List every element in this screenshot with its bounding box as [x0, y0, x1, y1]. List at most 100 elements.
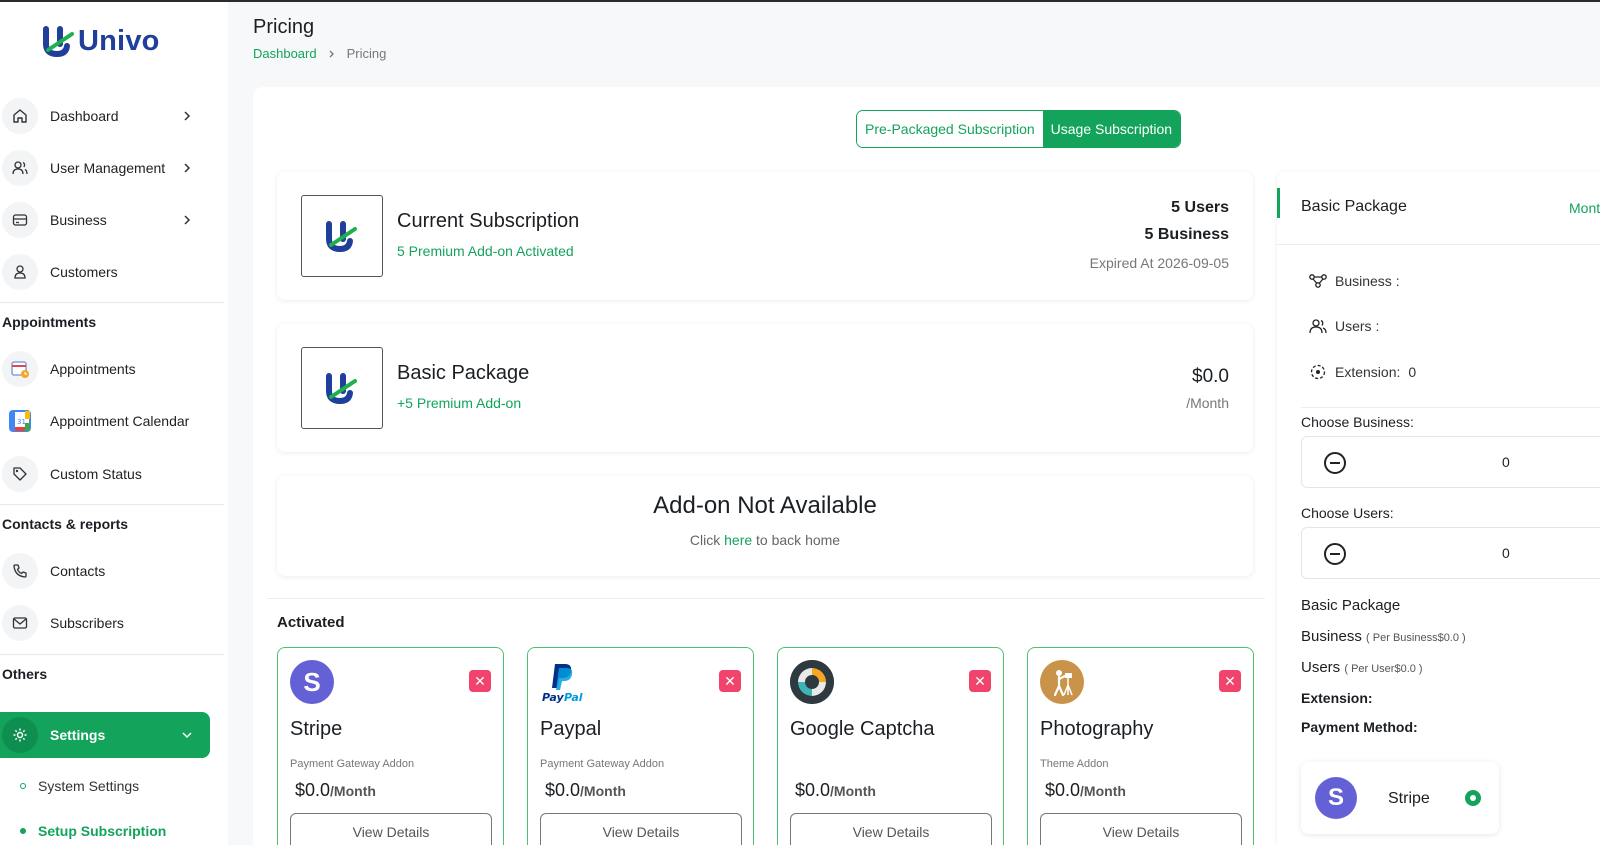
sidebar-item-subscribers[interactable]: Subscribers	[0, 601, 210, 645]
business-line-note: ( Per Business$0.0 )	[1366, 632, 1466, 644]
price-value: $0.0	[1045, 780, 1081, 800]
addon-card-google-captcha: ✕ Google Captcha $0.0/Month View Details	[777, 647, 1004, 845]
users-stepper-value[interactable]: 0	[1502, 545, 1510, 561]
business-count: 5 Business	[1144, 226, 1229, 243]
period-tab[interactable]: Mont	[1569, 200, 1600, 216]
users-label: Users :	[1335, 318, 1380, 334]
sidebar-item-settings[interactable]: Settings	[0, 712, 210, 758]
view-details-button[interactable]: View Details	[1040, 813, 1242, 845]
summary-package-name: Basic Package	[1301, 597, 1401, 614]
addon-type: Theme Addon	[1040, 758, 1109, 770]
addon-name: Stripe	[290, 718, 343, 740]
section-divider	[267, 598, 1265, 599]
univo-logo-icon	[43, 26, 74, 58]
mail-icon	[2, 605, 38, 641]
home-icon	[2, 98, 38, 134]
price-value: $0.0	[795, 780, 831, 800]
choose-business-label: Choose Business:	[1301, 414, 1414, 430]
sidebar-item-dashboard[interactable]: Dashboard	[0, 94, 210, 138]
users-count: 5 Users	[1171, 199, 1229, 216]
expiry-date: Expired At 2026-09-05	[1089, 255, 1229, 271]
addon-price: $0.0/Month	[795, 780, 876, 801]
page-title: Pricing	[253, 16, 315, 38]
package-price: $0.0	[1192, 366, 1229, 387]
sidebar-item-appointments[interactable]: Appointments	[0, 347, 210, 391]
addon-name: Photography	[1040, 718, 1154, 740]
extension-row: Extension: 0	[1309, 363, 1416, 381]
sidebar-divider	[0, 654, 224, 655]
subnav-setup-subscription[interactable]: Setup Subscription	[20, 823, 166, 839]
users-icon	[2, 150, 38, 186]
user-icon	[2, 254, 38, 290]
subnav-label: System Settings	[38, 778, 140, 794]
sidebar-item-customers[interactable]: Customers	[0, 250, 210, 294]
sidebar-item-custom-status[interactable]: Custom Status	[0, 452, 210, 496]
breadcrumb-dashboard-link[interactable]: Dashboard	[253, 46, 317, 61]
payment-method-stripe[interactable]: S Stripe	[1301, 762, 1499, 834]
addon-price: $0.0/Month	[1045, 780, 1126, 801]
header-accent	[1277, 188, 1280, 218]
gear-icon	[2, 717, 38, 753]
google-calendar-icon: 31	[2, 403, 38, 439]
top-border	[0, 0, 1600, 2]
summary-divider	[1301, 407, 1600, 408]
chevron-down-icon	[182, 732, 192, 739]
addon-name: Google Captcha	[790, 718, 935, 740]
activated-heading: Activated	[277, 614, 345, 631]
section-title-appointments: Appointments	[2, 314, 97, 330]
sidebar-item-user-management[interactable]: User Management	[0, 146, 210, 190]
minus-circle-icon[interactable]	[1324, 543, 1346, 565]
users-line-label: Users	[1301, 659, 1341, 676]
sidebar-item-business[interactable]: Business	[0, 198, 210, 242]
extension-value: 0	[1408, 364, 1417, 380]
extension-label: Extension:	[1335, 364, 1401, 380]
summary-header: Basic Package Mont	[1277, 172, 1600, 245]
network-icon	[1309, 274, 1327, 288]
price-value: $0.0	[545, 780, 581, 800]
app-logo[interactable]: Univo	[42, 24, 160, 58]
radio-selected-icon[interactable]	[1465, 790, 1481, 806]
business-line-label: Business	[1301, 628, 1362, 645]
sidebar-item-appointment-calendar[interactable]: 31 Appointment Calendar	[0, 399, 210, 443]
price-period: /Month	[580, 783, 626, 799]
toggle-usage[interactable]: Usage Subscription	[1042, 111, 1181, 147]
section-title-contacts-reports: Contacts & reports	[2, 516, 129, 532]
price-value: $0.0	[295, 780, 331, 800]
business-stepper-value[interactable]: 0	[1502, 454, 1510, 470]
package-logo	[301, 347, 383, 429]
sidebar-item-label: User Management	[50, 160, 166, 176]
univo-logo-icon	[326, 373, 357, 405]
package-period: /Month	[1186, 395, 1229, 411]
sidebar-divider	[0, 504, 224, 505]
addon-card-paypal: Pay Pal ✕ Paypal Payment Gateway Addon $…	[527, 647, 754, 845]
summary-extension-line: Extension:	[1301, 690, 1373, 706]
subscription-type-toggle: Pre-Packaged Subscription Usage Subscrip…	[856, 110, 1182, 148]
stripe-icon: S	[1315, 777, 1357, 819]
logo-text: Univo	[78, 24, 160, 57]
remove-addon-button[interactable]: ✕	[719, 670, 741, 692]
addon-unavailable-card: Add-on Not Available Click here to back …	[277, 476, 1253, 576]
section-title-others: Others	[2, 666, 48, 682]
chevron-right-icon	[184, 111, 191, 121]
sidebar-item-label: Appointment Calendar	[50, 413, 190, 429]
remove-addon-button[interactable]: ✕	[469, 670, 491, 692]
photography-icon	[1040, 660, 1084, 704]
sidebar-divider	[0, 302, 224, 303]
users-stepper: 0	[1301, 527, 1600, 579]
payment-method-name: Stripe	[1388, 790, 1430, 807]
minus-circle-icon[interactable]	[1324, 452, 1346, 474]
view-details-button[interactable]: View Details	[290, 813, 492, 845]
chevron-right-icon	[184, 215, 191, 225]
summary-business-line: Business ( Per Business$0.0 )	[1301, 628, 1466, 645]
subnav-system-settings[interactable]: System Settings	[20, 778, 139, 794]
view-details-button[interactable]: View Details	[540, 813, 742, 845]
remove-addon-button[interactable]: ✕	[1219, 670, 1241, 692]
toggle-pre-packaged[interactable]: Pre-Packaged Subscription	[857, 111, 1043, 147]
sidebar-item-contacts[interactable]: Contacts	[0, 549, 210, 593]
remove-addon-button[interactable]: ✕	[969, 670, 991, 692]
back-home-link[interactable]: here	[724, 532, 752, 548]
price-period: /Month	[1080, 783, 1126, 799]
sidebar-item-label: Settings	[50, 727, 106, 743]
business-label: Business :	[1335, 273, 1400, 289]
view-details-button[interactable]: View Details	[790, 813, 992, 845]
